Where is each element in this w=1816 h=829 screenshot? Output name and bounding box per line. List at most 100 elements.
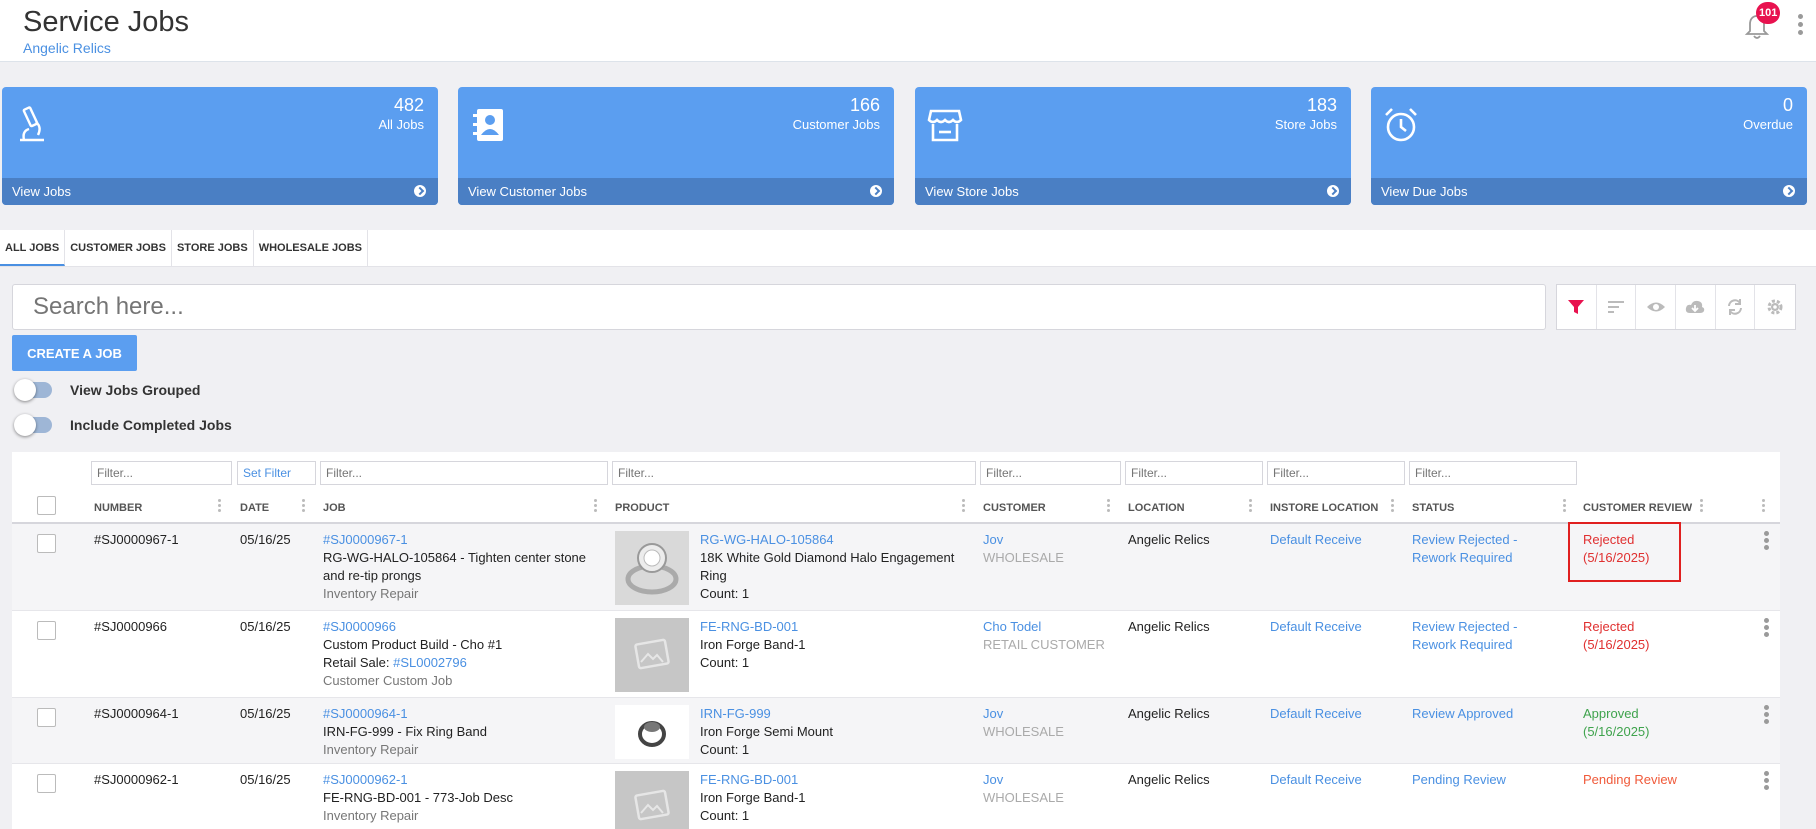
instore-location-link[interactable]: Default Receive (1270, 618, 1362, 636)
view-grouped-toggle[interactable] (14, 379, 52, 401)
more-options-icon[interactable] (1796, 14, 1804, 44)
retail-sale-link[interactable]: #SL0002796 (393, 655, 467, 670)
view-store-jobs-link[interactable]: View Store Jobs (915, 178, 1351, 205)
customer-link[interactable]: Jov (983, 771, 1064, 789)
customer-link[interactable]: Jov (983, 705, 1064, 723)
status-link[interactable]: Pending Review (1412, 771, 1562, 789)
column-header-date[interactable]: DATE (240, 502, 269, 514)
view-customer-jobs-link[interactable]: View Customer Jobs (458, 178, 894, 205)
column-header-instore-location[interactable]: INSTORE LOCATION (1270, 502, 1378, 514)
column-menu-handle[interactable] (1762, 499, 1765, 517)
job-number: #SJ0000966 (94, 619, 168, 634)
product-sku-link[interactable]: IRN-FG-999 (700, 705, 960, 723)
view-due-jobs-label: View Due Jobs (1381, 184, 1468, 199)
job-link[interactable]: #SJ0000964-1 (323, 705, 593, 723)
location: Angelic Relics (1128, 532, 1210, 547)
job-link[interactable]: #SJ0000962-1 (323, 771, 593, 789)
column-resize-handle[interactable] (962, 499, 965, 517)
row-menu-icon[interactable] (1762, 705, 1770, 729)
location-filter-input[interactable] (1125, 461, 1263, 485)
store-name[interactable]: Angelic Relics (23, 40, 111, 56)
refresh-button[interactable] (1716, 285, 1756, 329)
product-sku-link[interactable]: FE-RNG-BD-001 (700, 618, 960, 636)
table-toolbar (1556, 284, 1796, 330)
download-button[interactable] (1676, 285, 1716, 329)
tab-wholesale-jobs[interactable]: WHOLESALE JOBS (254, 230, 368, 266)
column-resize-handle[interactable] (1107, 499, 1110, 517)
instore-location-link[interactable]: Default Receive (1270, 531, 1362, 549)
column-header-status[interactable]: STATUS (1412, 502, 1454, 514)
job-link[interactable]: #SJ0000966 (323, 618, 593, 636)
row-checkbox[interactable] (37, 774, 56, 793)
select-all-checkbox[interactable] (37, 496, 56, 515)
job-filter-input[interactable] (320, 461, 608, 485)
filter-button[interactable] (1557, 285, 1597, 329)
column-header-customer-review[interactable]: CUSTOMER REVIEW (1583, 502, 1692, 514)
sort-button[interactable] (1597, 285, 1637, 329)
column-header-job[interactable]: JOB (323, 502, 346, 514)
instore-filter-input[interactable] (1267, 461, 1405, 485)
customer-review: Rejected (5/16/2025) (1583, 618, 1650, 654)
search-input[interactable] (12, 284, 1546, 330)
number-filter-input[interactable] (91, 461, 232, 485)
row-menu-icon[interactable] (1762, 771, 1770, 795)
product-filter-input[interactable] (612, 461, 976, 485)
status-link[interactable]: Review Rejected - Rework Required (1412, 531, 1562, 567)
instore-location-link[interactable]: Default Receive (1270, 771, 1362, 789)
product-thumbnail[interactable] (615, 705, 689, 759)
status-link[interactable]: Review Rejected - Rework Required (1412, 618, 1562, 654)
job-link[interactable]: #SJ0000967-1 (323, 531, 593, 549)
customer-filter-input[interactable] (980, 461, 1121, 485)
status-link[interactable]: Review Approved (1412, 705, 1562, 723)
row-menu-icon[interactable] (1762, 531, 1770, 555)
job-type: Inventory Repair (323, 742, 419, 757)
view-grouped-label: View Jobs Grouped (70, 382, 201, 398)
notification-badge[interactable]: 101 (1756, 2, 1781, 24)
product-thumbnail[interactable] (615, 531, 689, 605)
arrow-right-icon (1783, 185, 1795, 197)
customer-link[interactable]: Cho Todel (983, 618, 1105, 636)
view-button[interactable] (1636, 285, 1677, 329)
row-checkbox[interactable] (37, 534, 56, 553)
column-header-customer[interactable]: CUSTOMER (983, 502, 1046, 514)
row-menu-icon[interactable] (1762, 618, 1770, 642)
job-type: Customer Custom Job (323, 673, 453, 688)
column-resize-handle[interactable] (1700, 499, 1703, 517)
row-checkbox[interactable] (37, 708, 56, 727)
column-header-product[interactable]: PRODUCT (615, 502, 669, 514)
column-resize-handle[interactable] (1249, 499, 1252, 517)
tab-all-jobs[interactable]: ALL JOBS (0, 230, 66, 266)
include-completed-toggle[interactable] (14, 414, 52, 436)
view-due-jobs-link[interactable]: View Due Jobs (1371, 178, 1807, 205)
column-resize-handle[interactable] (302, 499, 305, 517)
arrow-right-icon (414, 185, 426, 197)
page-title: Service Jobs (23, 6, 190, 38)
column-resize-handle[interactable] (594, 499, 597, 517)
product-sku-link[interactable]: FE-RNG-BD-001 (700, 771, 960, 789)
column-resize-handle[interactable] (1391, 499, 1394, 517)
column-resize-handle[interactable] (218, 499, 221, 517)
create-job-button[interactable]: CREATE A JOB (12, 335, 137, 371)
date-set-filter[interactable]: Set Filter (237, 461, 316, 485)
highlight-annotation (1568, 522, 1681, 582)
tab-customer-jobs[interactable]: CUSTOMER JOBS (65, 230, 172, 266)
row-checkbox[interactable] (37, 621, 56, 640)
view-store-jobs-label: View Store Jobs (925, 184, 1019, 199)
review-status: Approved (1583, 706, 1639, 721)
column-header-location[interactable]: LOCATION (1128, 502, 1185, 514)
customer-type: WHOLESALE (983, 550, 1064, 565)
customer-link[interactable]: Jov (983, 531, 1064, 549)
retail-sale-line: Retail Sale: #SL0002796 (323, 654, 593, 672)
cloud-download-icon (1686, 300, 1705, 313)
product-sku-link[interactable]: RG-WG-HALO-105864 (700, 531, 960, 549)
instore-location-link[interactable]: Default Receive (1270, 705, 1362, 723)
view-customer-jobs-label: View Customer Jobs (468, 184, 587, 199)
view-jobs-link[interactable]: View Jobs (2, 178, 438, 205)
column-resize-handle[interactable] (1563, 499, 1566, 517)
settings-button[interactable] (1755, 285, 1795, 329)
product-thumbnail[interactable] (615, 771, 689, 829)
tab-store-jobs[interactable]: STORE JOBS (172, 230, 254, 266)
column-header-number[interactable]: NUMBER (94, 502, 142, 514)
status-filter-input[interactable] (1409, 461, 1577, 485)
product-thumbnail[interactable] (615, 618, 689, 692)
